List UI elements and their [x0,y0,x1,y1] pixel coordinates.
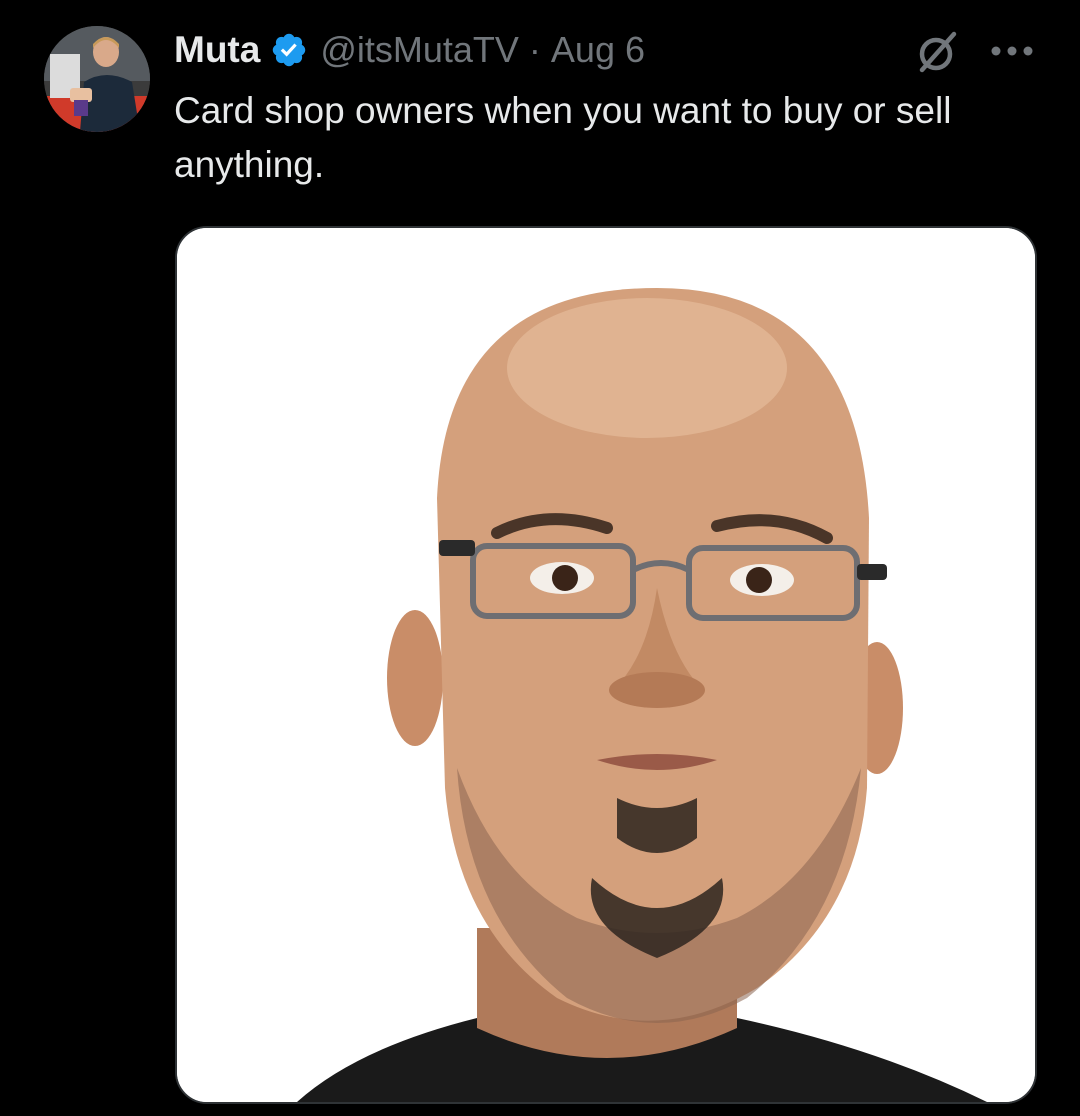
header-separator: · [528,29,541,70]
author-avatar[interactable] [44,26,150,132]
tweet-header: Muta @itsMutaTV · Aug 6 [174,28,645,72]
grok-icon[interactable] [914,28,962,76]
tweet[interactable]: Muta @itsMutaTV · Aug 6 Card shop owners… [0,0,1080,1116]
verified-badge-icon [270,31,308,69]
tweet-media-image[interactable] [175,226,1037,1104]
author-handle[interactable]: @itsMutaTV [320,29,519,71]
more-options-icon[interactable] [988,36,1036,66]
author-name[interactable]: Muta [174,29,260,71]
tweet-text: Card shop owners when you want to buy or… [174,90,952,185]
post-date[interactable]: Aug 6 [551,29,645,71]
